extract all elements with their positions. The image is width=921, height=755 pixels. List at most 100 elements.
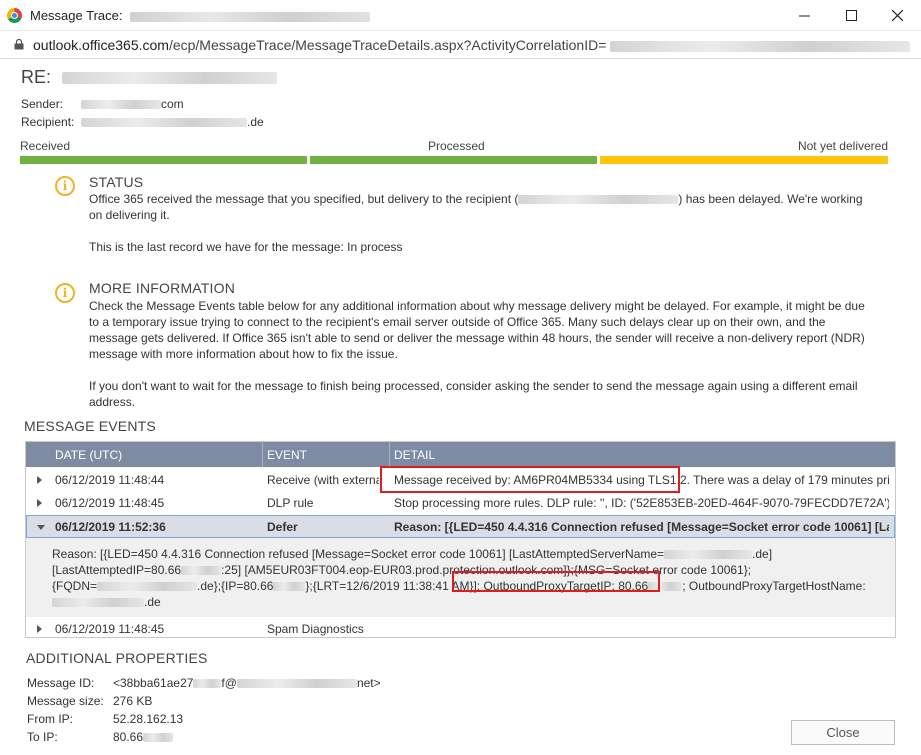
expanded-1b: .de] [752,547,773,561]
recipient-label: Recipient: [21,115,75,129]
status-text: Office 365 received the message that you… [89,191,874,255]
redacted-message-domain [236,679,357,689]
maximize-icon [845,10,857,21]
progress-processed-label: Processed [428,139,485,153]
row-date: 06/12/2019 11:48:44 [55,473,165,487]
info-icon: i [55,176,75,196]
row-detail: Stop processing more rules. DLP rule: ''… [394,496,889,510]
more-info-text: Check the Message Events table below for… [89,298,874,410]
row-event: Spam Diagnostics [267,622,364,636]
row-date: 06/12/2019 11:48:45 [55,622,165,636]
message-events-table: DATE (UTC) EVENT DETAIL 06/12/2019 11:48… [25,441,896,638]
info-icon: i [55,283,75,303]
expanded-2a: [LastAttemptedIP=80.66 [52,563,182,577]
column-date[interactable]: DATE (UTC) [55,448,122,462]
delivery-progress: Received Processed Not yet delivered [20,137,888,167]
column-event[interactable]: EVENT [267,448,307,462]
close-icon [891,10,903,21]
minimize-button[interactable] [781,0,827,31]
highlight-box-proxy-ip [452,571,660,592]
status-line-2: on delivering it. [89,208,170,222]
row-event: Receive (with external... [267,473,379,487]
progress-segment-received [20,156,307,164]
redacted-ip [181,566,222,576]
window-title: Message Trace: [30,8,371,23]
redacted-hostname [52,598,144,608]
url-host: outlook.office365.com [33,37,169,53]
close-button[interactable]: Close [791,720,895,745]
redacted-id [610,40,911,52]
redacted-subject-text [62,72,278,85]
redacted-recipient [81,118,247,128]
row-event: Defer [267,520,298,534]
status-line-1: Office 365 received the message that you… [89,191,874,207]
table-header: DATE (UTC) EVENT DETAIL [26,442,895,467]
column-separator [389,442,390,467]
redacted-sender [81,100,161,110]
subject-prefix: RE: [21,67,52,87]
recipient-value: .de [247,115,264,129]
more-info-paragraph-2: If you don't want to wait for the messag… [89,379,858,409]
minimize-icon [798,15,810,17]
from-ip-row: From IP: 52.28.162.13 [27,712,183,726]
more-info-title: MORE INFORMATION [89,280,236,296]
status-line-3: This is the last record we have for the … [89,240,403,254]
message-id-part-3: net> [356,676,381,690]
highlight-box-tls [380,466,680,493]
row-event: DLP rule [267,496,314,510]
column-detail[interactable]: DETAIL [394,448,435,462]
redacted-server [664,550,753,560]
message-id-part-2: f@ [221,676,237,690]
table-row-selected[interactable]: 06/12/2019 11:52:36 Defer Reason: [{LED=… [26,515,895,538]
progress-segment-processed [310,156,597,164]
progress-segment-not-delivered [600,156,888,164]
address-bar[interactable]: outlook.office365.com/ecp/MessageTrace/M… [0,31,921,59]
message-subject: RE: [21,67,278,88]
progress-received-label: Received [20,139,71,153]
status-line-1a: Office 365 received the message that you… [89,192,519,206]
expanded-3d: ; OutboundProxyTargetHostName: [682,579,866,593]
message-id-label: Message ID: [27,676,95,690]
to-ip-value: 80.66 [113,730,144,744]
redacted-message-id [193,679,222,689]
url-text: outlook.office365.com/ecp/MessageTrace/M… [33,37,911,53]
expand-arrow-icon[interactable] [37,625,42,633]
chrome-icon [7,8,22,23]
redacted-fqdn [97,582,198,592]
message-size-label: Message size: [27,694,104,708]
message-events-title: MESSAGE EVENTS [24,418,156,434]
table-row[interactable]: 06/12/2019 11:48:45 DLP rule Stop proces… [26,492,895,514]
redacted-subject [130,11,371,22]
message-id-part-1: <38bba61ae27 [113,676,194,690]
expand-arrow-icon[interactable] [37,476,42,484]
window-title-text: Message Trace: [30,8,123,23]
status-line-1b: ) has been delayed. We're working [678,192,863,206]
additional-properties-title: ADDITIONAL PROPERTIES [26,650,208,666]
url-path: /ecp/MessageTrace/MessageTraceDetails.as… [168,37,607,53]
expand-arrow-icon[interactable] [37,499,42,507]
row-date: 06/12/2019 11:52:36 [55,520,166,534]
redacted-recipient-status [518,195,679,205]
message-id-row: Message ID: <38bba61ae27 f@ net> [27,676,381,690]
redacted-ip [273,582,306,592]
maximize-button[interactable] [828,0,874,31]
close-window-button[interactable] [874,0,920,31]
table-row[interactable]: 06/12/2019 11:48:45 Spam Diagnostics [26,618,895,640]
row-detail: Reason: [{LED=450 4.4.316 Connection ref… [394,520,889,534]
row-date: 06/12/2019 11:48:45 [55,496,165,510]
to-ip-row: To IP: 80.66 [27,730,174,744]
collapse-arrow-icon[interactable] [37,525,45,530]
message-size-row: Message size: 276 KB [27,694,152,708]
more-info-paragraph-1: Check the Message Events table below for… [89,299,865,361]
column-separator [262,442,263,467]
recipient-row: Recipient: .de [21,115,264,129]
window-titlebar: Message Trace: [0,0,921,31]
redacted-to-ip [143,733,174,743]
expanded-line-4: .de [52,594,883,610]
expanded-3a: {FQDN= [52,579,98,593]
from-ip-value: 52.28.162.13 [113,712,184,726]
status-title: STATUS [89,174,144,190]
progress-not-delivered-label: Not yet delivered [797,139,888,153]
to-ip-label: To IP: [27,730,58,744]
trace-details: RE: Sender: com Recipient: .de Received Pr… [0,59,921,755]
